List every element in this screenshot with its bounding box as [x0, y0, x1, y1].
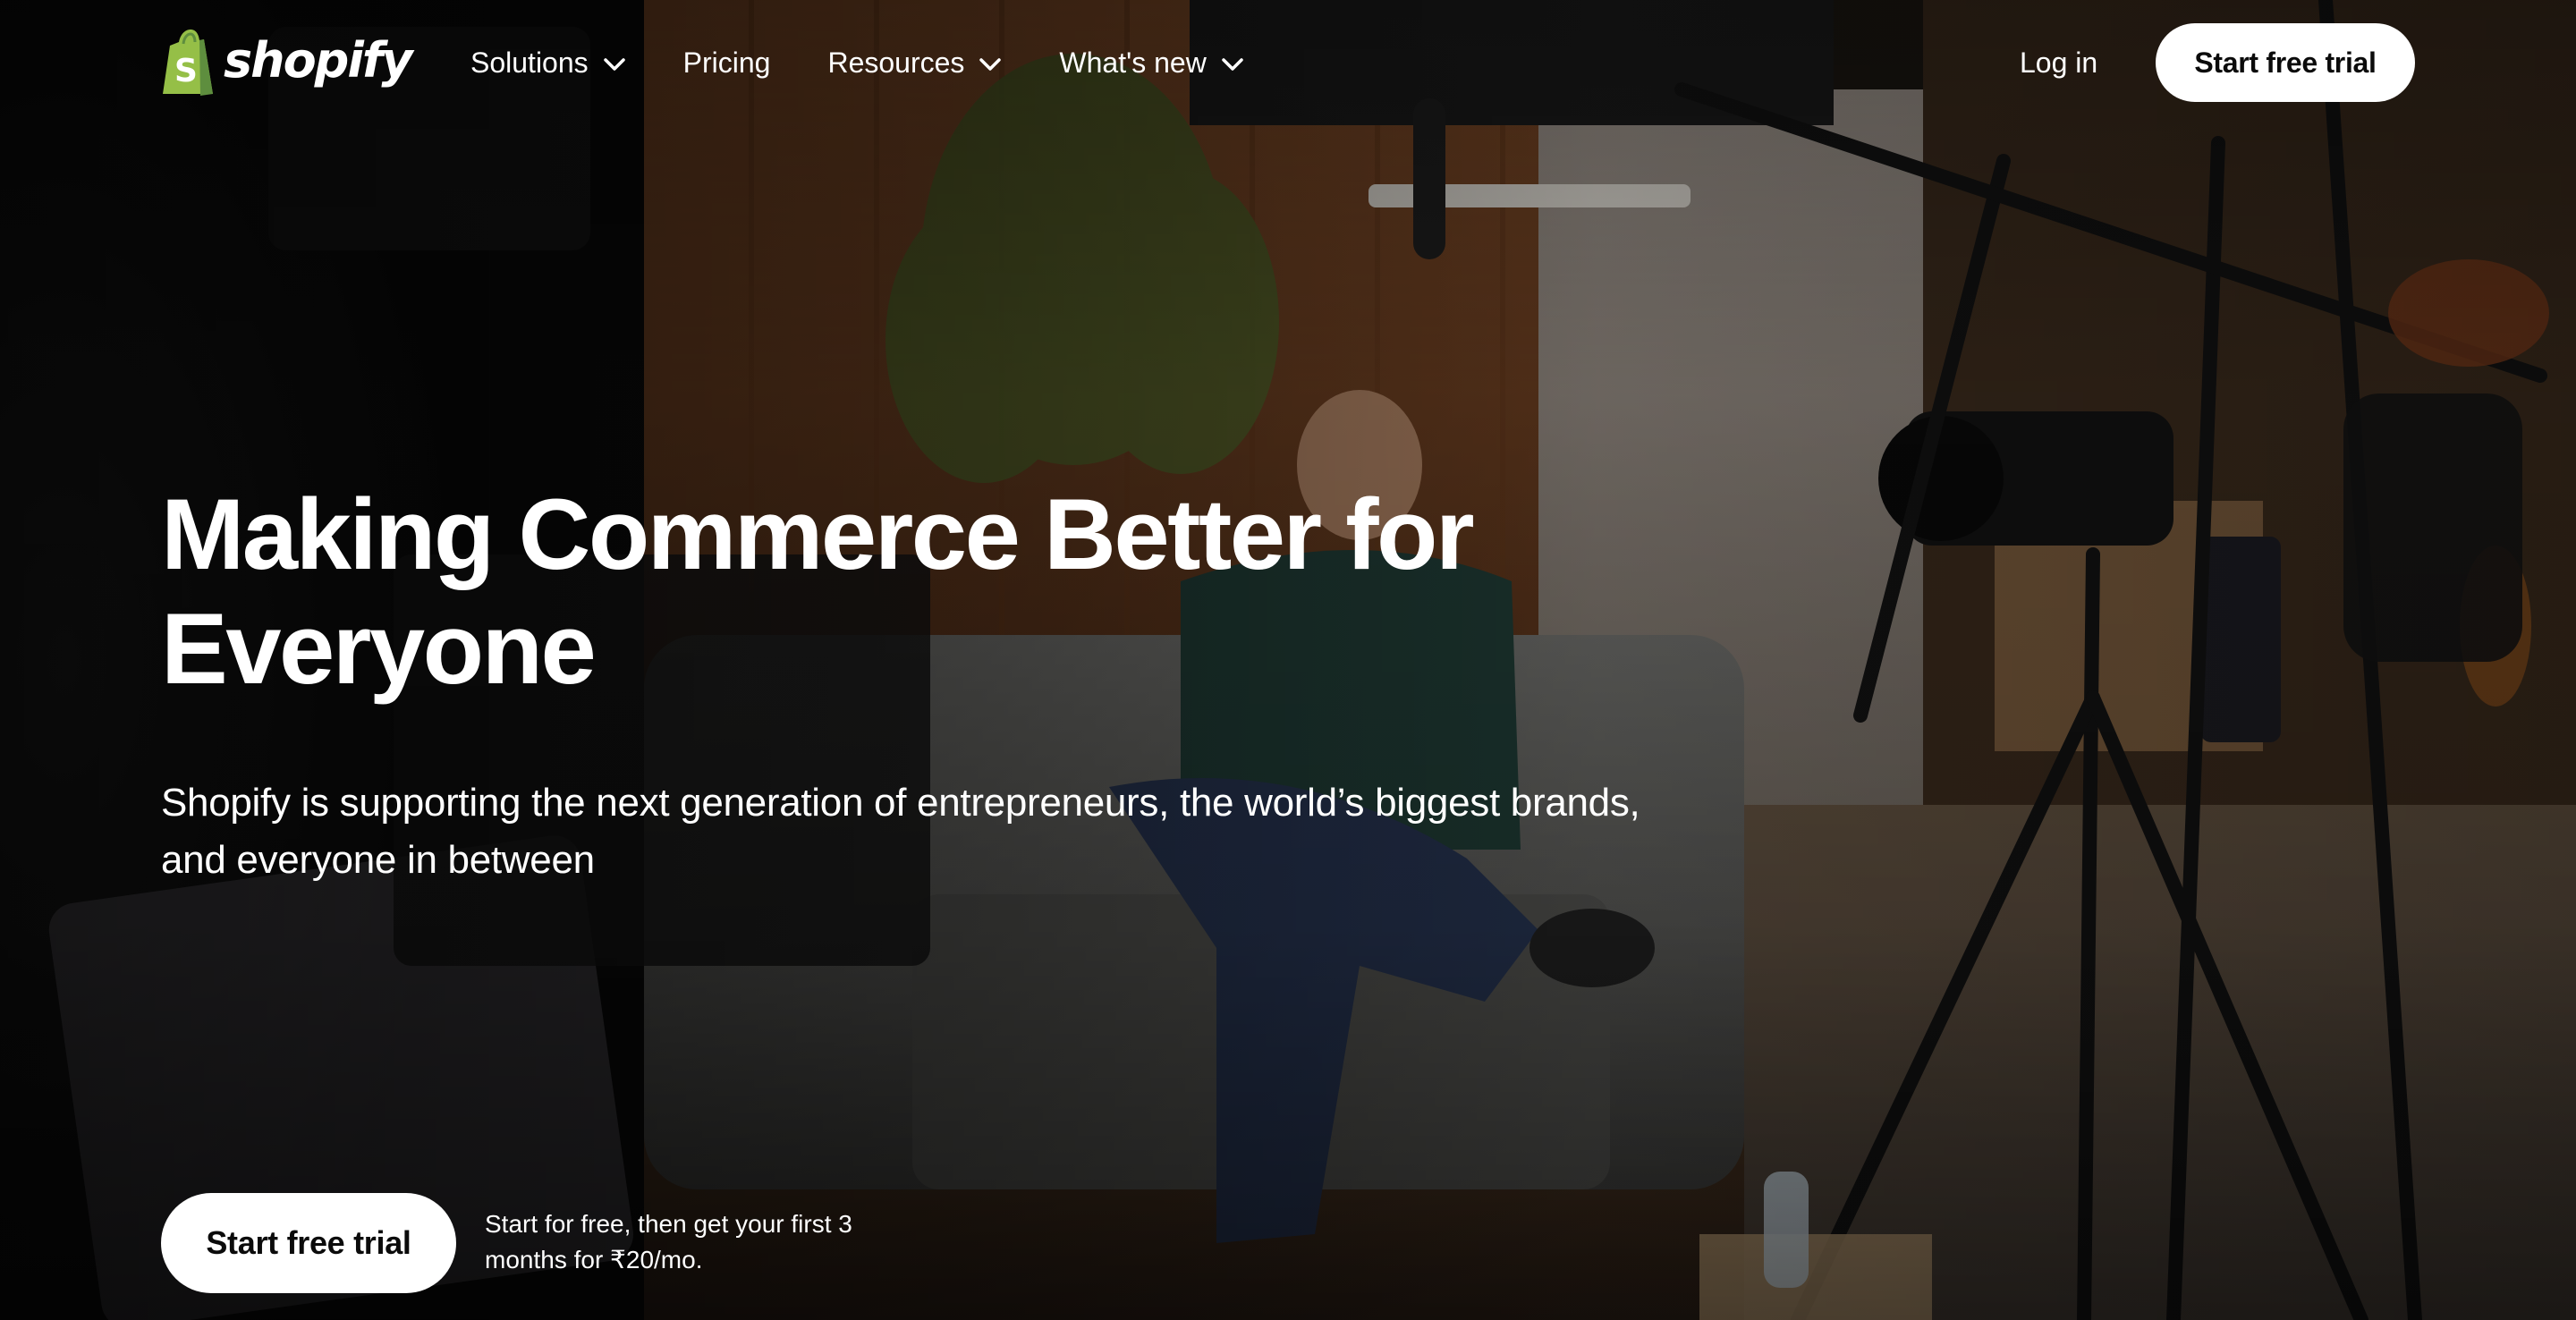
nav-item-resources[interactable]: Resources	[827, 38, 1002, 88]
chevron-down-icon	[603, 58, 625, 71]
shopify-logo[interactable]: S shopify	[161, 27, 413, 98]
nav-item-label: Resources	[827, 46, 965, 79]
shopify-wordmark: shopify	[224, 31, 413, 89]
site-header: S shopify Solutions Pricing Resources Wh…	[0, 0, 2576, 125]
nav-item-whats-new[interactable]: What's new	[1059, 38, 1243, 88]
hero-subtitle: Shopify is supporting the next generatio…	[161, 781, 1640, 882]
nav-item-solutions[interactable]: Solutions	[470, 38, 626, 88]
chevron-down-icon	[979, 58, 1002, 71]
chevron-down-icon	[1222, 58, 1243, 71]
svg-text:S: S	[174, 53, 198, 89]
nav-item-label: Solutions	[470, 46, 589, 79]
hero-start-free-trial-button[interactable]: Start free trial	[161, 1193, 456, 1293]
hero-cta-note: Start for free, then get your first 3 mo…	[485, 1210, 852, 1273]
nav-item-pricing[interactable]: Pricing	[683, 38, 771, 88]
hero-title: Making Commerce Better for Everyone	[161, 478, 1475, 705]
main-nav: Solutions Pricing Resources What's new	[470, 38, 1244, 88]
shopify-bag-icon: S	[163, 30, 213, 96]
nav-item-label: Pricing	[682, 46, 771, 79]
nav-item-label: What's new	[1059, 46, 1207, 79]
header-start-free-trial-button[interactable]: Start free trial	[2156, 23, 2415, 102]
login-link[interactable]: Log in	[2020, 38, 2097, 88]
